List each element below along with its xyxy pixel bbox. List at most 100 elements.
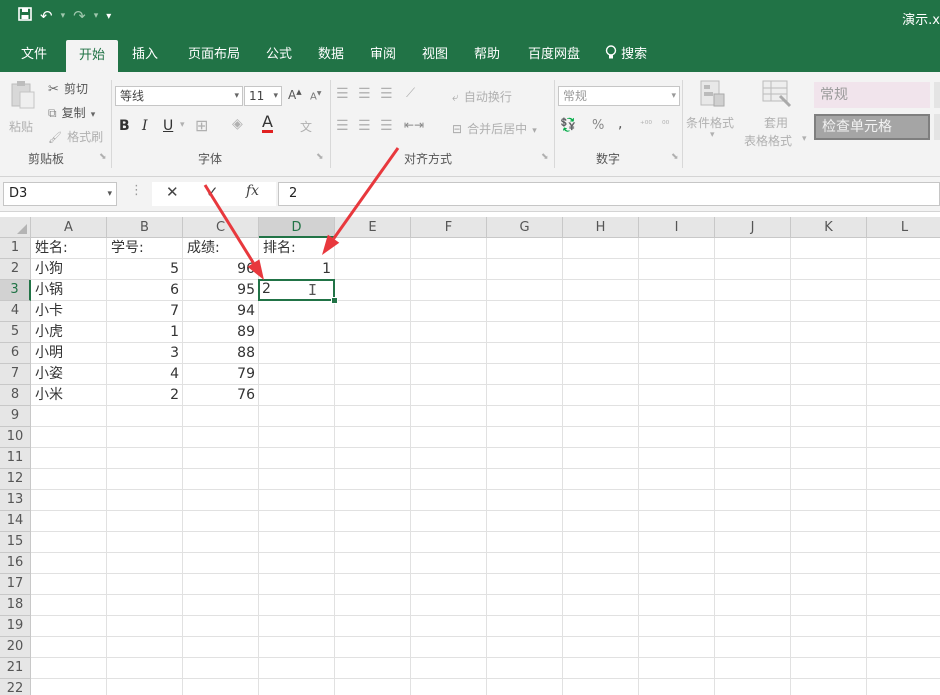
cancel-entry-button[interactable]: ✕ xyxy=(166,183,179,201)
confirm-entry-button[interactable]: ✓ xyxy=(206,183,219,201)
row-header-21[interactable]: 21 xyxy=(0,658,31,679)
align-middle-icon[interactable]: ☰ xyxy=(358,86,371,102)
tab-search[interactable]: 搜索 xyxy=(598,38,654,72)
row-header-3[interactable]: 3 xyxy=(0,280,31,301)
row-header-4[interactable]: 4 xyxy=(0,301,31,322)
cell-b4[interactable]: 7 xyxy=(107,301,183,322)
align-bottom-icon[interactable]: ☰ xyxy=(380,86,393,102)
row-header-9[interactable]: 9 xyxy=(0,406,31,427)
tab-help[interactable]: 帮助 xyxy=(464,38,510,72)
row-header-14[interactable]: 14 xyxy=(0,511,31,532)
orientation-icon[interactable]: ⟋ xyxy=(406,86,415,101)
tab-home[interactable]: 开始 xyxy=(66,40,118,72)
currency-icon[interactable]: 💱 xyxy=(560,118,576,133)
cell-b6[interactable]: 3 xyxy=(107,343,183,364)
dialog-launcher-icon[interactable]: ⬊ xyxy=(99,152,107,162)
active-cell-editor[interactable]: 2 xyxy=(258,279,335,301)
cell-a1[interactable]: 姓名: xyxy=(31,238,107,259)
undo-icon[interactable]: ↶ xyxy=(40,7,53,25)
column-header-d[interactable]: D xyxy=(259,217,335,238)
merge-center-button[interactable]: ⊟ 合并后居中 ▾ xyxy=(452,118,537,137)
customize-toolbar-icon[interactable]: ▾ xyxy=(106,11,111,22)
row-header-18[interactable]: 18 xyxy=(0,595,31,616)
cell-d2[interactable]: 1 xyxy=(259,259,335,280)
column-header-c[interactable]: C xyxy=(183,217,259,238)
font-name-select[interactable]: 等线 ▾ xyxy=(115,86,243,106)
format-painter-button[interactable]: 🖌 格式刷 xyxy=(48,126,103,145)
italic-button[interactable]: I xyxy=(142,118,148,134)
cell-a3[interactable]: 小锅 xyxy=(31,280,107,301)
formula-input[interactable]: 2 xyxy=(278,182,940,206)
row-header-16[interactable]: 16 xyxy=(0,553,31,574)
tab-page-layout[interactable]: 页面布局 xyxy=(176,38,252,72)
cell-b1[interactable]: 学号: xyxy=(107,238,183,259)
phonetic-icon[interactable]: 文 xyxy=(300,118,312,135)
style-check-cell[interactable]: 检查单元格 xyxy=(814,114,930,140)
dialog-launcher-icon[interactable]: ⬊ xyxy=(541,152,549,162)
align-center-icon[interactable]: ☰ xyxy=(358,118,371,134)
align-left-icon[interactable]: ☰ xyxy=(336,118,349,134)
dialog-launcher-icon[interactable]: ⬊ xyxy=(316,152,324,162)
redo-dropdown-icon[interactable]: ▾ xyxy=(94,11,99,21)
cell-c8[interactable]: 76 xyxy=(183,385,259,406)
style-normal[interactable]: 常规 xyxy=(814,82,930,108)
fill-color-icon[interactable]: ◈ xyxy=(232,116,243,132)
column-header-g[interactable]: G xyxy=(487,217,563,238)
indent-icon[interactable]: ⇤⇥ xyxy=(404,118,424,132)
column-header-j[interactable]: J xyxy=(715,217,791,238)
font-size-select[interactable]: 11 ▾ xyxy=(244,86,282,106)
cell-a5[interactable]: 小虎 xyxy=(31,322,107,343)
style-gallery-next[interactable] xyxy=(934,82,940,108)
name-box[interactable]: D3 ▾ xyxy=(3,182,117,206)
column-header-l[interactable]: L xyxy=(867,217,940,238)
cell-c4[interactable]: 94 xyxy=(183,301,259,322)
conditional-formatting-button[interactable]: 条件格式 ▾ xyxy=(686,78,740,148)
column-header-k[interactable]: K xyxy=(791,217,867,238)
cell-c2[interactable]: 96 xyxy=(183,259,259,280)
cell-a8[interactable]: 小米 xyxy=(31,385,107,406)
row-header-8[interactable]: 8 xyxy=(0,385,31,406)
row-header-17[interactable]: 17 xyxy=(0,574,31,595)
tab-baidu-netdisk[interactable]: 百度网盘 xyxy=(516,38,592,72)
cell-b8[interactable]: 2 xyxy=(107,385,183,406)
spreadsheet-grid[interactable]: ABCDEFGHIJKL 1 2 3 4 5 6 7 8 9 10 11 12 13 14 15 16 17 18… xyxy=(0,217,940,695)
row-header-1[interactable]: 1 xyxy=(0,238,31,259)
bold-button[interactable]: B xyxy=(119,118,130,134)
style-gallery-next[interactable] xyxy=(934,114,940,140)
cut-button[interactable]: ✂ 剪切 xyxy=(48,78,88,97)
redo-icon[interactable]: ↷ xyxy=(73,7,86,25)
tab-review[interactable]: 审阅 xyxy=(360,38,406,72)
select-all-button[interactable] xyxy=(0,217,31,238)
increase-decimal-icon[interactable]: ⁺⁰⁰ xyxy=(640,120,652,130)
row-header-13[interactable]: 13 xyxy=(0,490,31,511)
row-header-22[interactable]: 22 xyxy=(0,679,31,695)
align-right-icon[interactable]: ☰ xyxy=(380,118,393,134)
cell-c3[interactable]: 95 xyxy=(183,280,259,301)
row-header-2[interactable]: 2 xyxy=(0,259,31,280)
column-header-b[interactable]: B xyxy=(107,217,183,238)
cell-b3[interactable]: 6 xyxy=(107,280,183,301)
row-header-11[interactable]: 11 xyxy=(0,448,31,469)
insert-function-button[interactable]: fx xyxy=(246,183,259,199)
column-header-f[interactable]: F xyxy=(411,217,487,238)
tab-view[interactable]: 视图 xyxy=(412,38,458,72)
cell-b5[interactable]: 1 xyxy=(107,322,183,343)
border-icon[interactable]: ⊞ xyxy=(195,116,208,135)
tab-formulas[interactable]: 公式 xyxy=(256,38,302,72)
cell-a7[interactable]: 小姿 xyxy=(31,364,107,385)
wrap-text-button[interactable]: ⤶ 自动换行 xyxy=(452,86,512,105)
tab-file[interactable]: 文件 xyxy=(8,38,60,72)
comma-button[interactable]: , xyxy=(618,116,622,132)
cell-a4[interactable]: 小卡 xyxy=(31,301,107,322)
row-header-7[interactable]: 7 xyxy=(0,364,31,385)
copy-button[interactable]: ⧉ 复制 ▾ xyxy=(48,102,95,121)
copy-dropdown-icon[interactable]: ▾ xyxy=(91,110,96,120)
underline-button[interactable]: U xyxy=(163,118,173,134)
cell-a6[interactable]: 小明 xyxy=(31,343,107,364)
row-header-6[interactable]: 6 xyxy=(0,343,31,364)
cell-b7[interactable]: 4 xyxy=(107,364,183,385)
save-icon[interactable] xyxy=(18,7,32,25)
number-format-select[interactable]: 常规 ▾ xyxy=(558,86,680,106)
cell-c5[interactable]: 89 xyxy=(183,322,259,343)
row-header-20[interactable]: 20 xyxy=(0,637,31,658)
